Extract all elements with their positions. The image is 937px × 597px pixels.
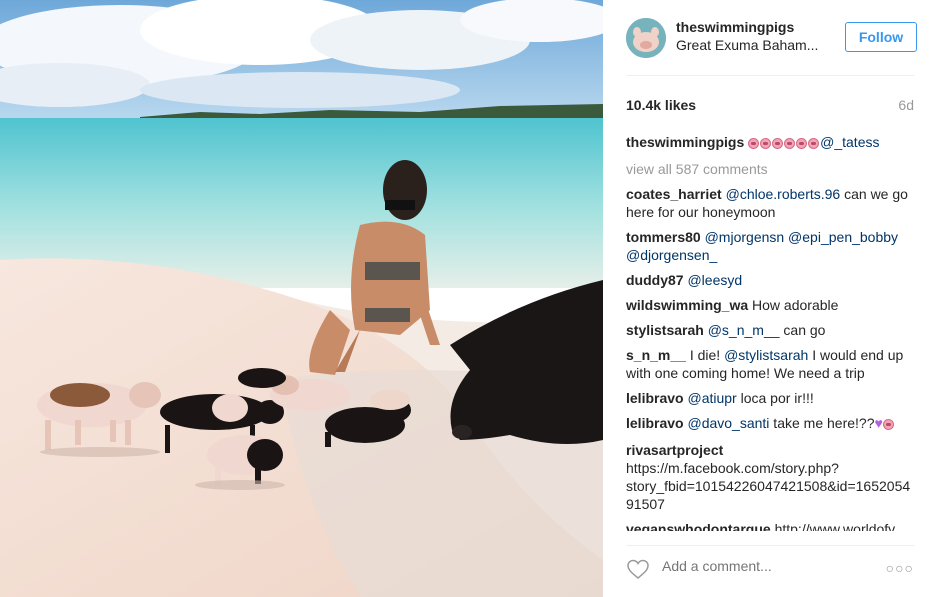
comment-item: s_n_m__ I die! @stylistsarah I would end… — [626, 346, 914, 382]
add-comment-input[interactable] — [662, 558, 862, 574]
comment-username[interactable]: coates_harriet — [626, 186, 722, 202]
pig-face-icon — [748, 135, 820, 153]
more-options-icon[interactable]: ○○○ — [886, 560, 914, 576]
post-location[interactable]: Great Exuma Baham... — [676, 37, 818, 53]
comment-username[interactable]: veganswhodontargue — [626, 521, 771, 531]
comment-text: can go — [779, 322, 826, 338]
comment-item: duddy87 @leesyd — [626, 271, 914, 289]
view-all-comments-link[interactable]: view all 587 comments — [626, 160, 914, 178]
comment-text: take me here!?? — [769, 415, 875, 431]
comment-text[interactable]: http://www.worldofv — [775, 521, 896, 531]
comment-username[interactable]: rivasartproject — [626, 442, 723, 458]
comment-item: wildswimming_wa How adorable — [626, 296, 914, 314]
comment-username[interactable]: tommers80 — [626, 229, 701, 245]
avatar[interactable] — [626, 18, 666, 58]
likes-count[interactable]: 10.4k likes — [626, 97, 696, 113]
pig-face-icon — [882, 416, 895, 434]
comment-text: loca por ir!!! — [736, 390, 814, 406]
comment-text: How adorable — [752, 297, 839, 313]
post-username[interactable]: theswimmingpigs — [676, 19, 794, 35]
comment-item: tommers80 @mjorgensn @epi_pen_bobby @djo… — [626, 228, 914, 264]
comment-item: veganswhodontargue http://www.worldofv — [626, 520, 914, 531]
comment-text[interactable]: https://m.facebook.com/story.php?story_f… — [626, 460, 910, 512]
post-photo[interactable] — [0, 0, 603, 597]
post-time[interactable]: 6d — [898, 97, 914, 113]
comment-mention[interactable]: @davo_santi — [687, 415, 769, 431]
comment-mention[interactable]: @atiupr — [687, 390, 736, 406]
comment-mention[interactable]: @stylistsarah — [724, 347, 808, 363]
follow-button[interactable]: Follow — [845, 22, 917, 52]
post-header: theswimmingpigs Great Exuma Baham... Fol… — [626, 16, 917, 76]
comment-mention[interactable]: @chloe.roberts.96 — [726, 186, 841, 202]
post-sidebar: theswimmingpigs Great Exuma Baham... Fol… — [603, 0, 937, 597]
caption: theswimmingpigs @_tatess — [626, 133, 914, 153]
comment-item: stylistsarah @s_n_m__ can go — [626, 321, 914, 339]
heart-outline-icon[interactable] — [626, 558, 650, 580]
comment-text: I die! — [689, 347, 725, 363]
comment-item: rivasartproject https://m.facebook.com/s… — [626, 441, 914, 513]
caption-mention[interactable]: @_tatess — [820, 134, 879, 150]
comment-username[interactable]: duddy87 — [626, 272, 684, 288]
comment-item: lelibravo @davo_santi take me here!??♥ — [626, 414, 914, 434]
comment-footer: ○○○ — [626, 545, 914, 585]
comment-username[interactable]: stylistsarah — [626, 322, 704, 338]
caption-username[interactable]: theswimmingpigs — [626, 134, 744, 150]
comments-list[interactable]: theswimmingpigs @_tatess view all 587 co… — [626, 133, 914, 531]
purple-heart-icon: ♥ — [874, 415, 883, 431]
comment-username[interactable]: lelibravo — [626, 415, 684, 431]
comment-username[interactable]: s_n_m__ — [626, 347, 686, 363]
comment-username[interactable]: wildswimming_wa — [626, 297, 748, 313]
comment-item: lelibravo @atiupr loca por ir!!! — [626, 389, 914, 407]
comment-mention[interactable]: @leesyd — [687, 272, 742, 288]
comment-item: coates_harriet @chloe.roberts.96 can we … — [626, 185, 914, 221]
comment-username[interactable]: lelibravo — [626, 390, 684, 406]
comment-mention[interactable]: @s_n_m__ — [708, 322, 780, 338]
